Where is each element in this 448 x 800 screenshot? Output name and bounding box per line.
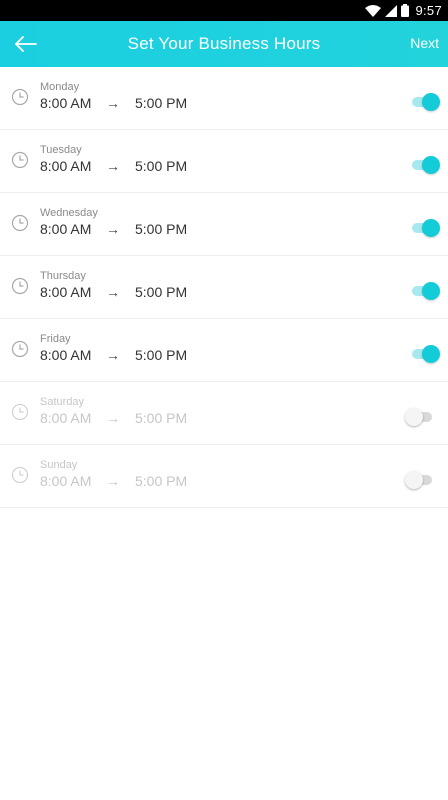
toggle-knob xyxy=(422,345,440,363)
day-row-wednesday: Wednesday 8:00 AM → 5:00 PM xyxy=(0,193,448,256)
toggle-knob xyxy=(422,93,440,111)
clock-icon xyxy=(11,466,29,484)
business-hours-list: Monday 8:00 AM → 5:00 PM Tuesday 8:00 AM… xyxy=(0,67,448,508)
status-time: 9:57 xyxy=(415,3,442,18)
day-label: Friday xyxy=(40,333,71,345)
clock-icon xyxy=(11,151,29,169)
day-label: Wednesday xyxy=(40,207,98,219)
arrow-right-icon: → xyxy=(106,410,120,426)
day-toggle[interactable] xyxy=(412,345,440,363)
start-time[interactable]: 8:00 AM xyxy=(40,95,91,111)
day-label: Tuesday xyxy=(40,144,82,156)
end-time[interactable]: 5:00 PM xyxy=(135,158,187,174)
battery-icon xyxy=(401,4,410,17)
wifi-icon xyxy=(365,4,382,17)
toggle-knob xyxy=(422,156,440,174)
arrow-right-icon: → xyxy=(106,221,120,237)
toggle-knob xyxy=(422,219,440,237)
start-time[interactable]: 8:00 AM xyxy=(40,473,91,489)
clock-icon xyxy=(11,214,29,232)
day-row-sunday: Sunday 8:00 AM → 5:00 PM xyxy=(0,445,448,508)
day-row-saturday: Saturday 8:00 AM → 5:00 PM xyxy=(0,382,448,445)
day-label: Thursday xyxy=(40,270,86,282)
arrow-right-icon: → xyxy=(106,158,120,174)
day-toggle[interactable] xyxy=(405,408,434,426)
day-label: Saturday xyxy=(40,396,85,408)
end-time[interactable]: 5:00 PM xyxy=(135,284,187,300)
start-time[interactable]: 8:00 AM xyxy=(40,158,91,174)
day-toggle[interactable] xyxy=(412,282,440,300)
clock-icon xyxy=(11,277,29,295)
cell-signal-icon xyxy=(385,4,398,17)
page-title: Set Your Business Hours xyxy=(127,34,321,53)
toggle-knob xyxy=(405,408,423,426)
clock-icon xyxy=(11,403,29,421)
arrow-left-icon xyxy=(15,36,37,52)
app-bar: Set Your Business Hours Next xyxy=(0,21,448,67)
clock-icon xyxy=(11,88,29,106)
back-button[interactable] xyxy=(13,31,39,57)
day-toggle[interactable] xyxy=(412,93,440,111)
day-row-monday: Monday 8:00 AM → 5:00 PM xyxy=(0,67,448,130)
start-time[interactable]: 8:00 AM xyxy=(40,221,91,237)
end-time[interactable]: 5:00 PM xyxy=(135,410,187,426)
start-time[interactable]: 8:00 AM xyxy=(40,284,91,300)
toggle-knob xyxy=(422,282,440,300)
day-row-friday: Friday 8:00 AM → 5:00 PM xyxy=(0,319,448,382)
clock-icon xyxy=(11,340,29,358)
day-toggle[interactable] xyxy=(412,219,440,237)
next-button[interactable]: Next xyxy=(410,35,439,51)
toggle-knob xyxy=(405,471,423,489)
day-row-thursday: Thursday 8:00 AM → 5:00 PM xyxy=(0,256,448,319)
end-time[interactable]: 5:00 PM xyxy=(135,347,187,363)
arrow-right-icon: → xyxy=(106,473,120,489)
arrow-right-icon: → xyxy=(106,284,120,300)
day-row-tuesday: Tuesday 8:00 AM → 5:00 PM xyxy=(0,130,448,193)
start-time[interactable]: 8:00 AM xyxy=(40,410,91,426)
day-label: Sunday xyxy=(40,459,78,471)
start-time[interactable]: 8:00 AM xyxy=(40,347,91,363)
arrow-right-icon: → xyxy=(106,95,120,111)
day-label: Monday xyxy=(40,81,80,93)
day-toggle[interactable] xyxy=(405,471,434,489)
end-time[interactable]: 5:00 PM xyxy=(135,473,187,489)
status-bar: 9:57 xyxy=(0,0,448,21)
end-time[interactable]: 5:00 PM xyxy=(135,95,187,111)
arrow-right-icon: → xyxy=(106,347,120,363)
end-time[interactable]: 5:00 PM xyxy=(135,221,187,237)
day-toggle[interactable] xyxy=(412,156,440,174)
